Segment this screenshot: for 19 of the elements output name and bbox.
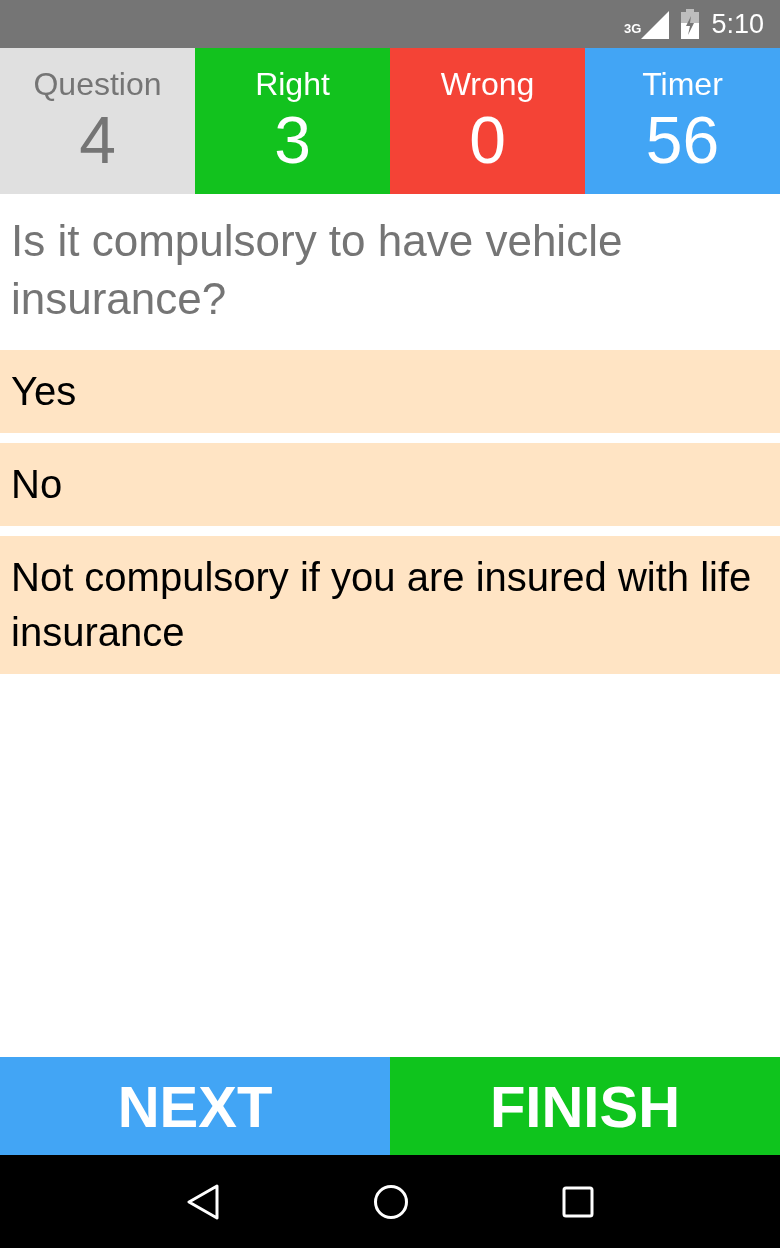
network-label: 3G <box>624 20 642 39</box>
answer-option[interactable]: Not compulsory if you are insured with life insurance <box>0 536 780 674</box>
answer-option[interactable]: Yes <box>0 350 780 433</box>
recent-apps-icon[interactable] <box>561 1185 594 1218</box>
signal-icon <box>641 10 670 39</box>
score-value: 3 <box>274 102 311 178</box>
answer-option[interactable]: No <box>0 443 780 526</box>
score-label: Question <box>33 66 162 102</box>
battery-icon <box>681 9 700 39</box>
question-text: Is it compulsory to have vehicle insurance? <box>10 215 624 325</box>
score-label: Wrong <box>440 66 535 102</box>
score-value: 4 <box>79 102 116 178</box>
clock: 5:10 <box>711 7 764 41</box>
score-value: 0 <box>469 102 506 178</box>
back-icon[interactable] <box>186 1183 221 1220</box>
score-value: 56 <box>645 102 720 178</box>
score-label: Right <box>255 66 330 102</box>
home-icon[interactable] <box>373 1183 409 1220</box>
score-label: Timer <box>642 66 723 102</box>
